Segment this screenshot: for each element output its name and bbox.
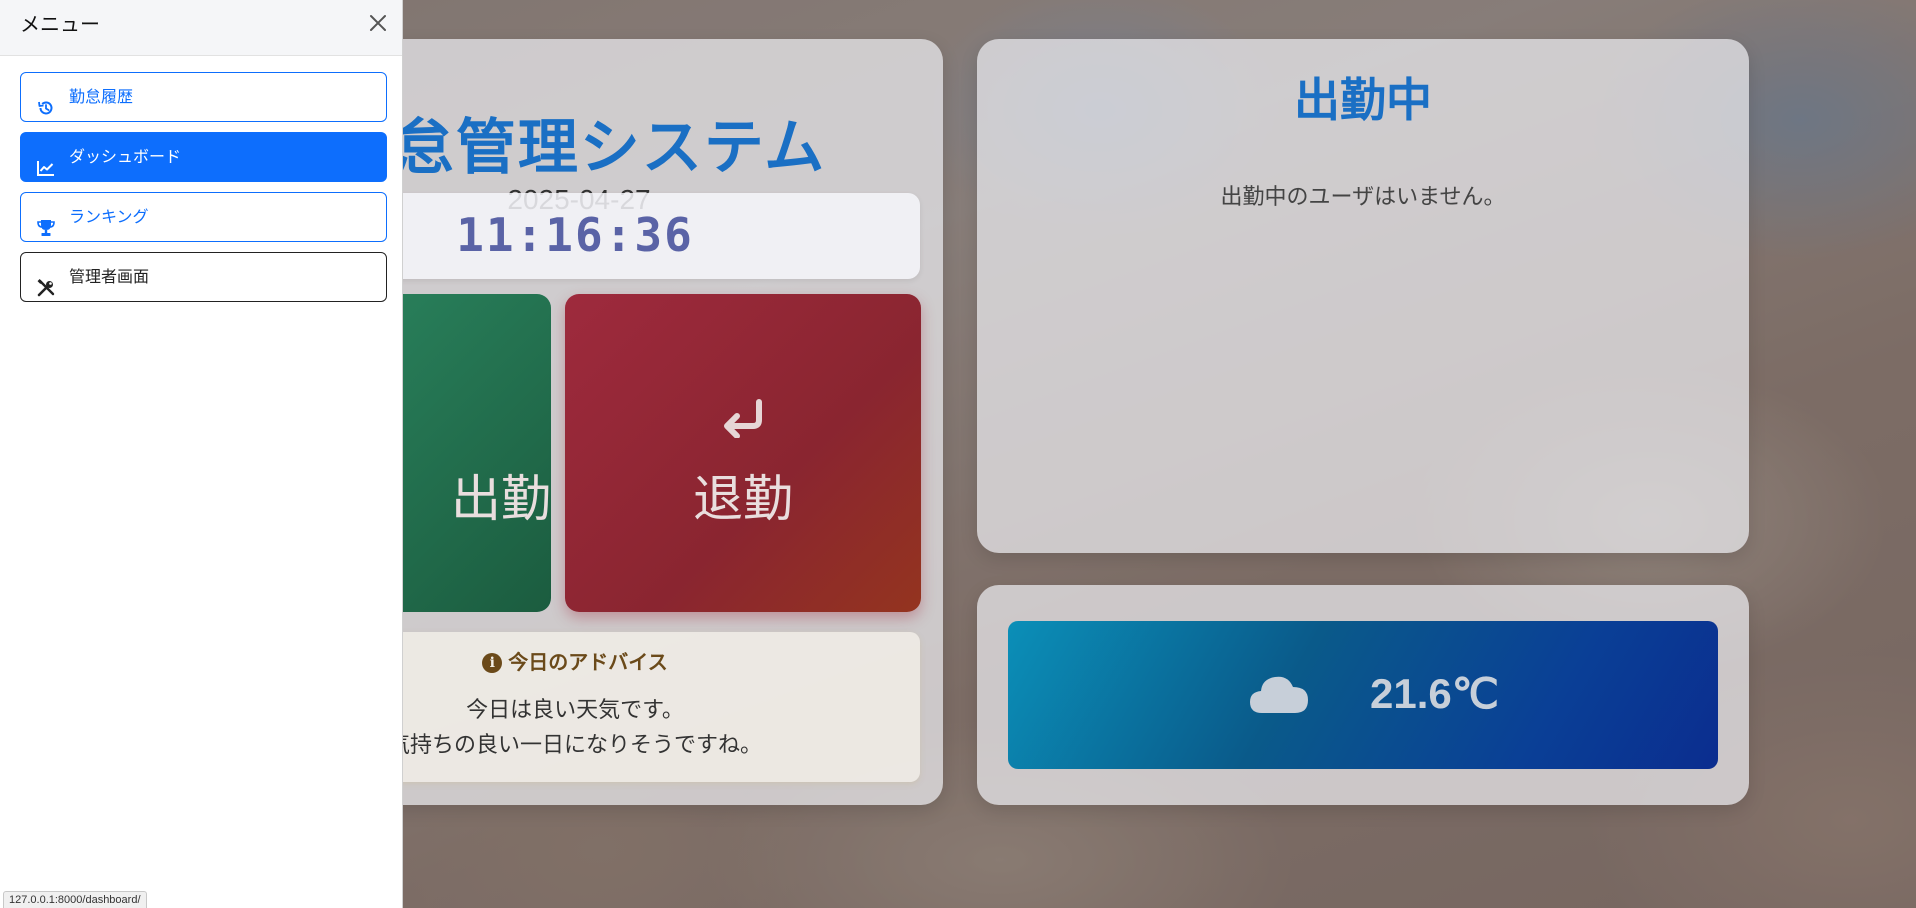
weather-card: 21.6℃ xyxy=(977,585,1749,805)
advice-title-text: 今日のアドバイス xyxy=(508,650,668,674)
sidebar-item-history[interactable]: 勤怠履歴 xyxy=(20,72,387,122)
sidebar-item-label: ダッシュボード xyxy=(69,147,182,166)
clock-out-label: 退勤 xyxy=(693,470,793,528)
history-icon xyxy=(37,88,55,115)
sidebar-item-label: 勤怠履歴 xyxy=(69,87,134,106)
weather-temperature: 21.6℃ xyxy=(1370,670,1499,717)
cloud-icon xyxy=(1248,671,1310,719)
working-status-empty-message: 出勤中のユーザはいません。 xyxy=(1220,185,1506,210)
tools-icon xyxy=(37,268,55,297)
working-status-title: 出勤中 xyxy=(1294,73,1432,127)
working-status-card: 出勤中 出勤中のユーザはいません。 xyxy=(977,39,1749,553)
chart-icon xyxy=(37,148,55,176)
sidebar-item-admin[interactable]: 管理者画面 xyxy=(20,252,387,302)
info-icon: i xyxy=(482,653,503,673)
sidebar-item-label: 管理者画面 xyxy=(69,267,150,286)
status-bar-url: 127.0.0.1:8000/dashboard/ xyxy=(3,891,147,908)
close-icon[interactable] xyxy=(365,10,391,36)
trophy-icon xyxy=(37,208,55,236)
sidebar-item-label: ランキング xyxy=(69,207,149,226)
sidebar-item-dashboard[interactable]: ダッシュボード xyxy=(20,132,387,182)
sidebar-item-ranking[interactable]: ランキング xyxy=(20,192,387,242)
return-arrow-icon xyxy=(565,394,921,450)
weather-box: 21.6℃ xyxy=(1008,621,1718,769)
clock-out-button[interactable]: 退勤 xyxy=(565,294,921,612)
sidebar-menu: メニュー 勤怠履歴 ダッシュボード ランキング 管理者画面 xyxy=(0,0,403,908)
sidebar-title: メニュー xyxy=(20,12,100,36)
sidebar-header: メニュー xyxy=(0,0,402,56)
